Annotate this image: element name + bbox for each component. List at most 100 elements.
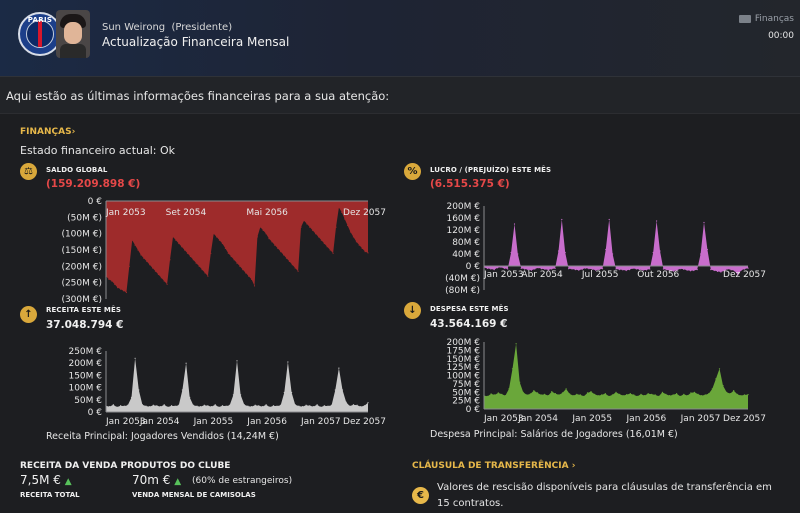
sender-avatar[interactable] xyxy=(56,10,90,58)
saldo-data-point xyxy=(207,275,209,277)
chevron-right-icon: › xyxy=(571,461,576,471)
saldo-data-point xyxy=(198,265,200,267)
y-tick-label: 80M € xyxy=(452,238,480,248)
despesa-data-point xyxy=(487,395,489,397)
despesa-data-point xyxy=(540,394,542,396)
finances-section-link[interactable]: FINANÇAS› xyxy=(20,127,75,137)
x-tick-label: Dez 2057 xyxy=(723,414,766,424)
saldo-data-point xyxy=(303,220,305,222)
lucro-data-point xyxy=(561,218,563,221)
category-tag-label: Finanças xyxy=(754,14,794,24)
lucro-data-point xyxy=(510,251,512,254)
lucro-data-point xyxy=(628,269,631,271)
y-tick-label: (40M €) xyxy=(445,274,480,284)
receita-data-point xyxy=(243,404,245,406)
saldo-data-point xyxy=(291,264,293,266)
saldo-data-point xyxy=(213,233,215,235)
despesa-value: 43.564.169 € xyxy=(430,318,508,330)
saldo-data-point xyxy=(329,249,331,251)
despesa-data-point xyxy=(583,395,585,397)
receita-data-point xyxy=(116,406,118,408)
lucro-data-point xyxy=(568,268,570,270)
saldo-data-point xyxy=(166,283,168,285)
receita-data-point xyxy=(367,402,369,404)
receita-chart[interactable]: 0 €50M €100M €150M €200M €250M €Jan 2053… xyxy=(0,338,400,430)
despesa-data-point xyxy=(504,395,506,397)
receita-data-point xyxy=(356,404,358,406)
despesa-data-point xyxy=(561,392,564,394)
receita-data-point xyxy=(331,404,333,406)
saldo-data-point xyxy=(335,226,337,228)
saldo-data-point xyxy=(315,233,317,235)
saldo-chart[interactable]: 0 € (50M €) (100M €) (150M €) (200M €) (250M … xyxy=(0,195,400,307)
crest-text: PARIS xyxy=(27,16,53,24)
receita-data-point xyxy=(301,406,304,408)
receita-data-point xyxy=(130,396,133,398)
despesa-data-point xyxy=(633,394,635,396)
balance-scale-icon: ⚖ xyxy=(20,163,37,180)
despesa-chart[interactable]: 0 €25M €50M €75M €100M €125M €150M €175M… xyxy=(380,336,800,428)
receita-data-point xyxy=(287,361,289,363)
receita-data-point xyxy=(305,404,307,406)
despesa-series-area xyxy=(484,343,748,409)
saldo-data-point xyxy=(344,218,346,220)
y-tick-label: 100M € xyxy=(68,384,102,394)
despesa-data-point xyxy=(604,393,606,395)
receita-data-point xyxy=(283,391,285,394)
saldo-data-point xyxy=(108,278,110,280)
lucro-data-point xyxy=(520,267,522,269)
saldo-data-point xyxy=(154,270,157,272)
receita-principal: Receita Principal: Jogadores Vendidos (1… xyxy=(46,431,279,442)
despesa-data-point xyxy=(565,388,567,390)
despesa-data-point xyxy=(576,393,578,395)
saldo-data-point xyxy=(265,233,267,235)
saldo-data-point xyxy=(201,269,203,271)
y-tick-label: 0 € xyxy=(466,262,481,272)
receita-data-point xyxy=(134,357,136,359)
saldo-data-point xyxy=(364,251,366,253)
lucro-data-point xyxy=(584,267,587,269)
message-subject: Actualização Financeira Mensal xyxy=(102,35,290,49)
receita-data-point xyxy=(192,404,194,406)
despesa-data-point xyxy=(704,394,706,396)
receita-data-point xyxy=(334,389,336,391)
lucro-chart[interactable]: 200M € 160M € 120M € 80M € 40M € 0 € (40M €) (8… xyxy=(380,195,800,303)
clause-section-label: CLÁUSULA DE TRANSFERÊNCIA xyxy=(412,461,569,471)
saldo-data-point xyxy=(221,242,223,245)
y-tick-label: 250M € xyxy=(68,347,102,357)
lucro-data-point xyxy=(503,267,505,269)
saldo-data-point xyxy=(137,249,139,251)
despesa-data-point xyxy=(629,393,631,395)
despesa-data-point xyxy=(640,393,642,395)
finances-section-label: FINANÇAS xyxy=(20,127,72,137)
saldo-data-point xyxy=(245,272,247,274)
saldo-data-point xyxy=(251,278,253,280)
despesa-data-point xyxy=(554,393,556,395)
despesa-data-point xyxy=(729,393,731,395)
despesa-data-point xyxy=(522,391,524,393)
avatar-face xyxy=(64,22,82,44)
y-tick-label: 50M € xyxy=(74,396,102,406)
x-tick-label: Abr 2054 xyxy=(521,270,563,280)
sender-name[interactable]: Sun Weirong xyxy=(102,22,165,33)
saldo-data-point xyxy=(367,252,369,254)
clause-section-link[interactable]: CLÁUSULA DE TRANSFERÊNCIA › xyxy=(412,461,575,471)
despesa-data-point xyxy=(665,393,667,395)
financial-status: Estado financeiro actual: Ok xyxy=(20,144,176,157)
receita-data-point xyxy=(312,406,314,408)
x-tick-label: Jan 2057 xyxy=(300,417,341,427)
intro-text: Aqui estão as últimas informações financ… xyxy=(6,89,390,103)
receita-data-point xyxy=(345,401,347,403)
saldo-data-point xyxy=(294,267,296,269)
receita-data-point xyxy=(156,405,158,407)
lucro-data-point xyxy=(747,267,749,269)
despesa-data-point xyxy=(501,393,503,395)
saldo-data-point xyxy=(274,244,276,246)
category-tag[interactable]: Finanças xyxy=(738,14,794,24)
saldo-data-point xyxy=(120,288,122,290)
receita-data-point xyxy=(261,406,264,408)
arrow-up-icon: ↑ xyxy=(20,306,37,323)
clause-text: Valores de rescisão disponíveis para clá… xyxy=(437,482,772,509)
saldo-data-point xyxy=(146,260,148,262)
message-time: 00:00 xyxy=(768,31,794,41)
